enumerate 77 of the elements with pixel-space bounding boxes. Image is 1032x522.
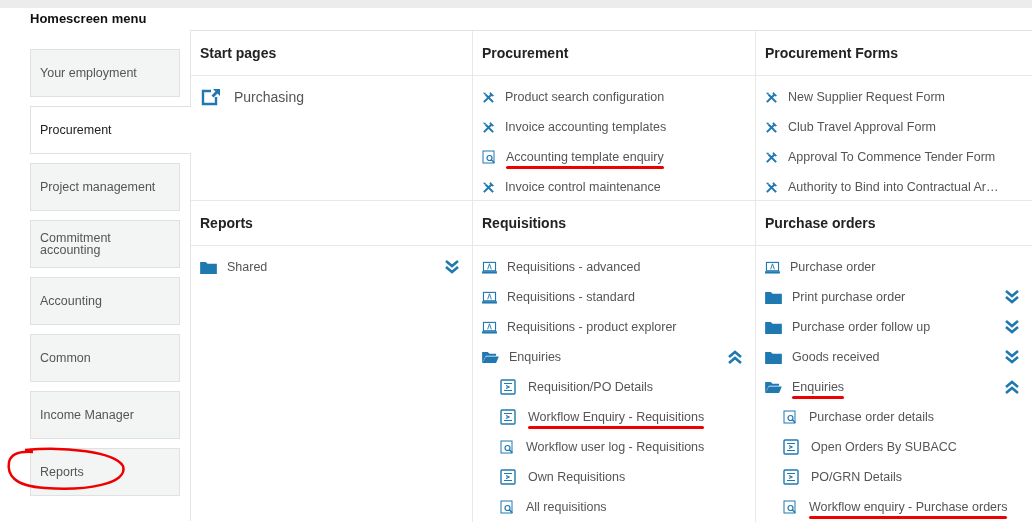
section-heading: Purchase orders: [765, 215, 876, 231]
folder-icon: [765, 350, 782, 364]
section-heading: Reports: [200, 215, 253, 231]
folder-icon: [765, 320, 782, 334]
menu-link[interactable]: Purchase order details: [809, 410, 935, 424]
sidebar-tab[interactable]: Accounting: [30, 277, 180, 325]
menu-link[interactable]: Accounting template enquiry: [506, 150, 664, 164]
tools-icon: [482, 120, 495, 134]
menu-link[interactable]: Approval To Commence Tender Form: [788, 150, 996, 164]
tools-icon: [765, 90, 778, 104]
report-document-icon: [500, 379, 516, 395]
menu-link[interactable]: Workflow Enquiry - Requisitions: [528, 410, 705, 424]
external-link-icon: [200, 88, 222, 106]
document-search-icon: [783, 410, 797, 424]
open-folder-icon: [765, 380, 782, 394]
menu-link[interactable]: Workflow enquiry - Purchase orders: [809, 500, 1008, 514]
document-search-icon: [500, 500, 514, 514]
section-heading: Start pages: [200, 45, 277, 61]
sidebar-tab[interactable]: Project management: [30, 163, 180, 211]
menu-link[interactable]: Enquiries: [792, 380, 845, 394]
report-document-icon: [783, 439, 799, 455]
tools-icon: [482, 180, 495, 194]
menu-link[interactable]: New Supplier Request Form: [788, 90, 945, 104]
menu-link[interactable]: Purchasing: [234, 89, 305, 105]
form-icon: [482, 260, 497, 274]
tools-icon: [482, 90, 495, 104]
expand-icon[interactable]: [1004, 319, 1020, 335]
menu-link[interactable]: PO/GRN Details: [811, 470, 902, 484]
menu-link[interactable]: Purchase order: [790, 260, 876, 274]
sidebar-tab[interactable]: Procurement: [30, 106, 191, 154]
form-icon: [482, 320, 497, 334]
expand-icon[interactable]: [1004, 289, 1020, 305]
folder-icon: [200, 260, 217, 274]
menu-link[interactable]: Open Orders By SUBACC: [811, 440, 957, 454]
menu-link[interactable]: Authority to Bind into Contractual Ar…: [788, 180, 999, 194]
sidebar-tab[interactable]: Your employment: [30, 49, 180, 97]
expand-icon[interactable]: [1004, 349, 1020, 365]
tools-icon: [765, 120, 778, 134]
document-search-icon: [500, 440, 514, 454]
menu-link[interactable]: Invoice accounting templates: [505, 120, 667, 134]
sidebar-tab[interactable]: Common: [30, 334, 180, 382]
sidebar-tab[interactable]: Reports: [30, 448, 180, 496]
menu-link[interactable]: Workflow user log - Requisitions: [526, 440, 705, 454]
menu-link[interactable]: Invoice control maintenance: [505, 180, 661, 194]
section-heading: Requisitions: [482, 215, 566, 231]
menu-link[interactable]: Requisitions - product explorer: [507, 320, 677, 334]
report-document-icon: [500, 469, 516, 485]
menu-link[interactable]: Enquiries: [509, 350, 562, 364]
section-heading: Procurement Forms: [765, 45, 899, 61]
menu-link[interactable]: Goods received: [792, 350, 880, 364]
collapse-icon[interactable]: [1004, 379, 1020, 395]
expand-icon[interactable]: [444, 259, 460, 275]
sidebar-tab[interactable]: Commitment accounting: [30, 220, 180, 268]
form-icon: [482, 290, 497, 304]
tools-icon: [765, 150, 778, 164]
menu-link[interactable]: Requisitions - advanced: [507, 260, 641, 274]
report-document-icon: [783, 469, 799, 485]
menu-link[interactable]: Print purchase order: [792, 290, 906, 304]
menu-link[interactable]: Own Requisitions: [528, 470, 626, 484]
section-heading: Procurement: [482, 45, 569, 61]
menu-link[interactable]: Club Travel Approval Form: [788, 120, 936, 134]
menu-link[interactable]: Requisitions - standard: [507, 290, 635, 304]
tools-icon: [765, 180, 778, 194]
collapse-icon[interactable]: [727, 349, 743, 365]
menu-link[interactable]: Purchase order follow up: [792, 320, 931, 334]
report-document-icon: [500, 409, 516, 425]
menu-link[interactable]: Product search configuration: [505, 90, 665, 104]
open-folder-icon: [482, 350, 499, 364]
page-title: Homescreen menu: [29, 10, 148, 28]
menu-link[interactable]: Shared: [227, 260, 268, 274]
document-search-icon: [783, 500, 797, 514]
document-search-icon: [482, 150, 496, 164]
menu-link[interactable]: Requisition/PO Details: [528, 380, 654, 394]
folder-icon: [765, 290, 782, 304]
sidebar-tab[interactable]: Income Manager: [30, 391, 180, 439]
menu-link[interactable]: All requisitions: [526, 500, 607, 514]
form-icon: [765, 260, 780, 274]
